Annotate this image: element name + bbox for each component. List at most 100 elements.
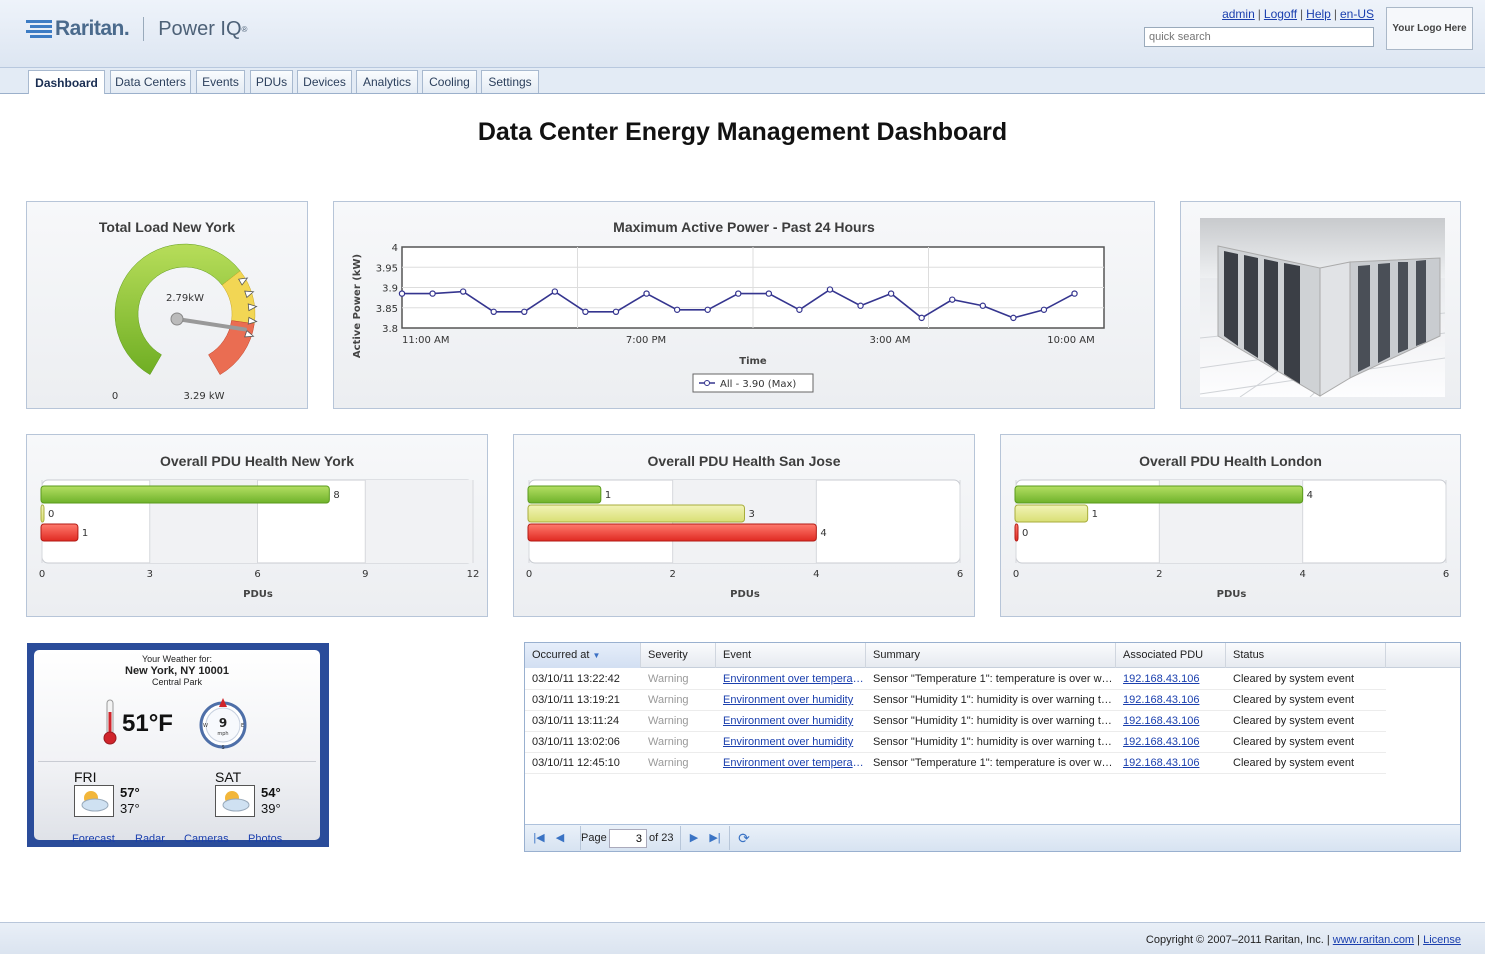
partly-cloudy-icon <box>215 785 255 817</box>
legend-entry-all[interactable]: All - 3.90 (Max) <box>720 379 796 390</box>
custom-logo-placeholder: Your Logo Here <box>1386 7 1473 50</box>
cell-occurred-at: 03/10/11 13:02:06 <box>532 736 620 748</box>
table-row[interactable]: 03/10/11 13:19:21 Warning Environment over… <box>525 690 1386 711</box>
cell-event-link[interactable]: Environment over temperature <box>716 669 866 690</box>
cell-pdu-link[interactable]: 192.168.43.106 <box>1116 669 1226 690</box>
bar-value-label: 3 <box>749 509 755 520</box>
cell-pdu-link[interactable]: 192.168.43.106 <box>1116 732 1226 753</box>
tab-cooling[interactable]: Cooling <box>422 70 477 93</box>
table-row[interactable]: 03/10/11 13:02:06 Warning Environment over… <box>525 732 1386 753</box>
wind-compass-icon: 9 mph W E S <box>199 698 247 750</box>
column-occurred-at[interactable]: Occurred at ▼ <box>525 643 641 668</box>
weather-forecast-link[interactable]: Forecast <box>72 833 115 845</box>
wind-speed: 9 <box>219 716 227 730</box>
column-associated-pdu[interactable]: Associated PDU <box>1116 643 1226 668</box>
tab-pdus[interactable]: PDUs <box>250 70 293 93</box>
logo-divider <box>143 17 145 41</box>
tab-devices[interactable]: Devices <box>297 70 352 93</box>
bar-green[interactable] <box>40 485 330 504</box>
footer-text: Copyright © 2007–2011 Raritan, Inc. | ww… <box>1146 934 1461 946</box>
x-tick-label: 6 <box>1443 569 1449 580</box>
compass-west: W <box>203 723 208 729</box>
pdu-health-london-panel: Overall PDU Health London 0 2 4 6 4 1 0 PDUs <box>1000 434 1461 617</box>
copyright-text: Copyright © 2007–2011 Raritan, Inc. | <box>1145 934 1330 946</box>
cell-event-link[interactable]: Environment over humidity <box>716 711 866 732</box>
series-point <box>490 308 497 316</box>
cell-event-link[interactable]: Environment over humidity <box>716 732 866 753</box>
cell-event-link[interactable]: Environment over temperature <box>716 753 866 774</box>
bar-red[interactable] <box>1014 523 1019 542</box>
cell-summary: Sensor "Temperature 1": temperature is o… <box>873 757 1116 769</box>
bar-value-label: 8 <box>333 490 339 501</box>
page-number-input[interactable] <box>609 829 647 848</box>
cell-pdu-link[interactable]: 192.168.43.106 <box>1116 690 1226 711</box>
bar-yellow[interactable] <box>527 504 745 523</box>
bar-green[interactable] <box>527 485 602 504</box>
cell-event-link[interactable]: Environment over humidity <box>716 690 866 711</box>
last-page-icon[interactable]: ▶| <box>708 831 722 845</box>
weather-heading: Your Weather for: <box>141 654 213 664</box>
weather-photos-link[interactable]: Photos <box>248 833 282 845</box>
column-severity[interactable]: Severity <box>641 643 716 668</box>
weather-widget: Your Weather for: New York, NY 10001 Cen… <box>27 643 329 847</box>
bar-red[interactable] <box>527 523 817 542</box>
help-link[interactable]: Help <box>1306 7 1331 21</box>
column-summary[interactable]: Summary <box>866 643 1116 668</box>
table-row[interactable]: 03/10/11 12:45:10 Warning Environment over… <box>525 753 1386 774</box>
cell-status: Cleared by system event <box>1233 736 1355 748</box>
next-page-icon[interactable]: ▶ <box>687 831 701 845</box>
x-tick-label: 11:00 AM <box>402 335 449 346</box>
x-tick-label: 2 <box>669 569 675 580</box>
weather-cameras-link[interactable]: Cameras <box>184 833 229 845</box>
column-event[interactable]: Event <box>716 643 866 668</box>
column-status[interactable]: Status <box>1226 643 1386 668</box>
logoff-link[interactable]: Logoff <box>1264 7 1297 21</box>
x-axis-label: PDUs <box>1217 589 1247 600</box>
compass-east: E <box>241 723 244 729</box>
prev-page-icon[interactable]: ◀ <box>553 831 567 845</box>
forecast-day-1-low: 37° <box>120 801 140 816</box>
y-tick-label: 3.95 <box>376 263 398 274</box>
bar-value-label: 0 <box>1022 528 1028 539</box>
series-point <box>887 290 895 297</box>
series-point <box>551 288 559 295</box>
bar-yellow[interactable] <box>1014 504 1089 523</box>
cell-pdu-link[interactable]: 192.168.43.106 <box>1116 711 1226 732</box>
bar-yellow[interactable] <box>40 504 45 523</box>
series-point <box>1040 306 1048 313</box>
first-page-icon[interactable]: |◀ <box>532 831 546 845</box>
license-link[interactable]: License <box>1423 934 1461 946</box>
bar-value-label: 4 <box>1307 490 1313 501</box>
table-row[interactable]: 03/10/11 13:22:42 Warning Environment over… <box>525 669 1386 690</box>
quick-search-input[interactable] <box>1144 27 1374 47</box>
pdu-health-london-chart: 0 2 4 6 4 1 0 PDUs <box>1013 479 1449 600</box>
tab-events[interactable]: Events <box>196 70 245 93</box>
cell-severity: Warning <box>648 757 689 769</box>
refresh-icon[interactable]: ⟳ <box>737 831 751 845</box>
table-row[interactable]: 03/10/11 13:11:24 Warning Environment over… <box>525 711 1386 732</box>
series-point <box>521 308 528 316</box>
series-point <box>704 306 711 313</box>
series-point <box>949 296 956 303</box>
tab-dashboard[interactable]: Dashboard <box>28 70 105 94</box>
series-point <box>612 308 620 316</box>
bar-red[interactable] <box>40 523 79 542</box>
forecast-day-2-low: 39° <box>261 801 281 816</box>
locale-link[interactable]: en-US <box>1340 7 1374 21</box>
product-registered-mark: ® <box>241 24 248 34</box>
weather-location: New York, NY 10001 <box>125 665 229 677</box>
series-point <box>1010 314 1017 322</box>
cell-pdu-link[interactable]: 192.168.43.106 <box>1116 753 1226 774</box>
bar-green[interactable] <box>1014 485 1304 504</box>
series-point <box>643 290 650 297</box>
data-center-photo <box>1200 218 1445 397</box>
tab-analytics[interactable]: Analytics <box>356 70 418 93</box>
tab-data-centers[interactable]: Data Centers <box>110 70 191 93</box>
sort-desc-icon: ▼ <box>592 651 601 660</box>
tab-settings[interactable]: Settings <box>481 70 539 93</box>
admin-link[interactable]: admin <box>1222 7 1255 21</box>
weather-radar-link[interactable]: Radar <box>135 833 165 845</box>
series-point <box>979 302 987 309</box>
raritan-website-link[interactable]: www.raritan.com <box>1333 934 1414 946</box>
x-tick-label: 0 <box>526 569 532 580</box>
